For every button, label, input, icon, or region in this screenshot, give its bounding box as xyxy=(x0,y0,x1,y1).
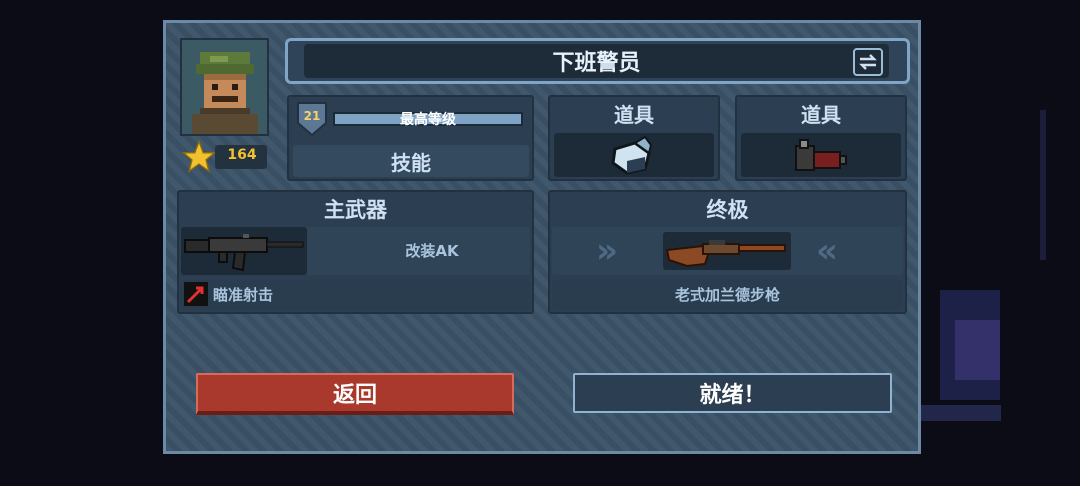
grenade-icon xyxy=(792,136,850,176)
character-portrait[interactable] xyxy=(180,38,269,136)
skill-label: 技能 xyxy=(391,151,431,175)
ultimate-header: 终极 xyxy=(706,198,749,222)
assault-rifle-icon xyxy=(183,232,307,272)
background-block xyxy=(955,320,1000,380)
swap-character-button[interactable] xyxy=(853,48,883,76)
item-label-2: 道具 xyxy=(801,103,841,127)
ready-button[interactable]: 就绪！ xyxy=(573,373,892,413)
swap-icon xyxy=(859,54,877,70)
ultimate-name: 老式加兰德步枪 xyxy=(674,286,780,304)
potion-icon xyxy=(605,135,663,177)
level-number: 21 xyxy=(303,109,321,123)
character-name: 下班警员 xyxy=(552,51,641,76)
back-button[interactable]: 返回 xyxy=(196,373,514,415)
background-ledge xyxy=(921,405,1001,421)
aim-perk-icon xyxy=(184,282,208,306)
item-label-1: 道具 xyxy=(614,103,654,127)
background-pole xyxy=(1040,110,1046,260)
primary-weapon-header: 主武器 xyxy=(324,198,387,222)
chevron-left-icon: « xyxy=(816,231,838,271)
chevron-right-icon: » xyxy=(596,231,618,271)
rifle-icon xyxy=(665,236,789,268)
level-label: 最高等级 xyxy=(400,112,456,128)
primary-weapon-perk: 瞄准射击 xyxy=(213,286,274,304)
star-icon xyxy=(181,139,217,174)
primary-weapon-name: 改装AK xyxy=(405,242,459,260)
soldier-avatar-icon xyxy=(182,40,267,134)
star-count: 164 xyxy=(227,147,257,163)
